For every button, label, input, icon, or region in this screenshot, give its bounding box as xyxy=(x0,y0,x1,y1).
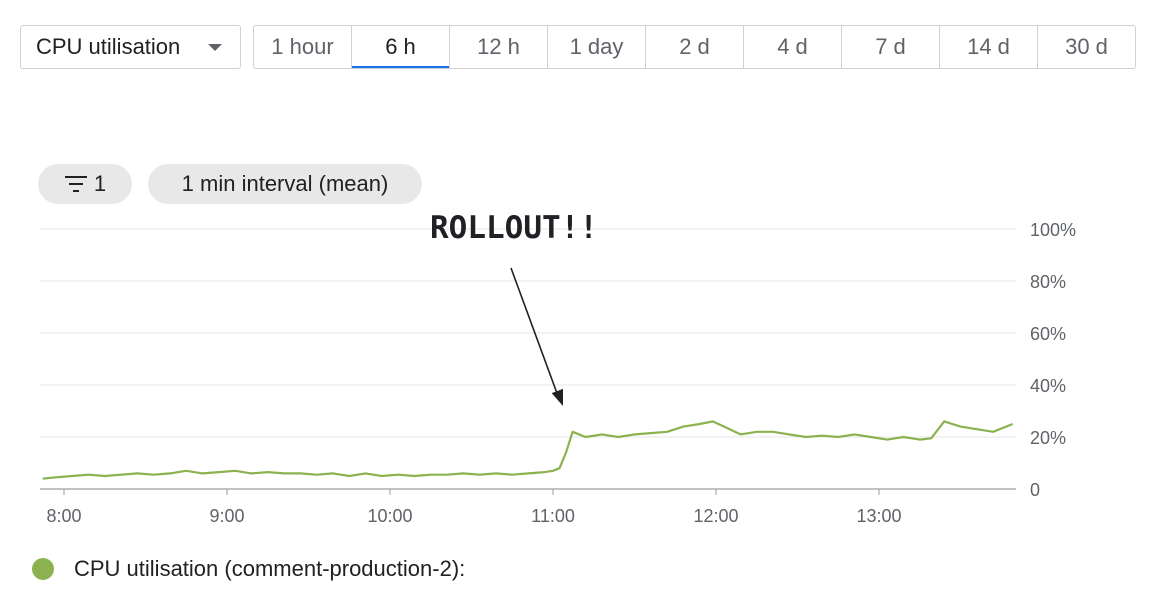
y-tick-label: 100% xyxy=(1030,220,1076,240)
chart-grid xyxy=(40,228,1016,490)
x-tick-label: 12:00 xyxy=(693,506,738,526)
cpu-line-chart: 0 20% 40% 60% 80% 100% 8:00 9:00 10:00 11:00 12:0… xyxy=(40,210,1076,526)
series-line-cpu-utilisation xyxy=(42,420,1014,480)
legend-dot-icon xyxy=(32,558,54,580)
legend: CPU utilisation (comment-production-2): xyxy=(32,556,465,582)
annotation-text-rollout: ROLLOUT!! xyxy=(430,210,598,246)
x-axis-ticks: 8:00 9:00 10:00 11:00 12:00 13:00 xyxy=(46,489,902,526)
legend-label: CPU utilisation (comment-production-2): xyxy=(74,556,466,581)
x-tick-label: 10:00 xyxy=(367,506,412,526)
x-tick-label: 13:00 xyxy=(856,506,901,526)
y-tick-label: 0 xyxy=(1030,480,1040,500)
x-tick-label: 9:00 xyxy=(209,506,244,526)
y-tick-label: 60% xyxy=(1030,324,1066,344)
y-tick-label: 20% xyxy=(1030,428,1066,448)
y-tick-label: 40% xyxy=(1030,376,1066,396)
arrowhead-icon xyxy=(551,388,563,406)
annotation: ROLLOUT!! xyxy=(430,210,598,406)
x-tick-label: 8:00 xyxy=(46,506,81,526)
annotation-arrow xyxy=(510,267,559,397)
y-tick-label: 80% xyxy=(1030,272,1066,292)
x-tick-label: 11:00 xyxy=(531,506,575,526)
y-axis-ticks: 0 20% 40% 60% 80% 100% xyxy=(1030,220,1076,500)
